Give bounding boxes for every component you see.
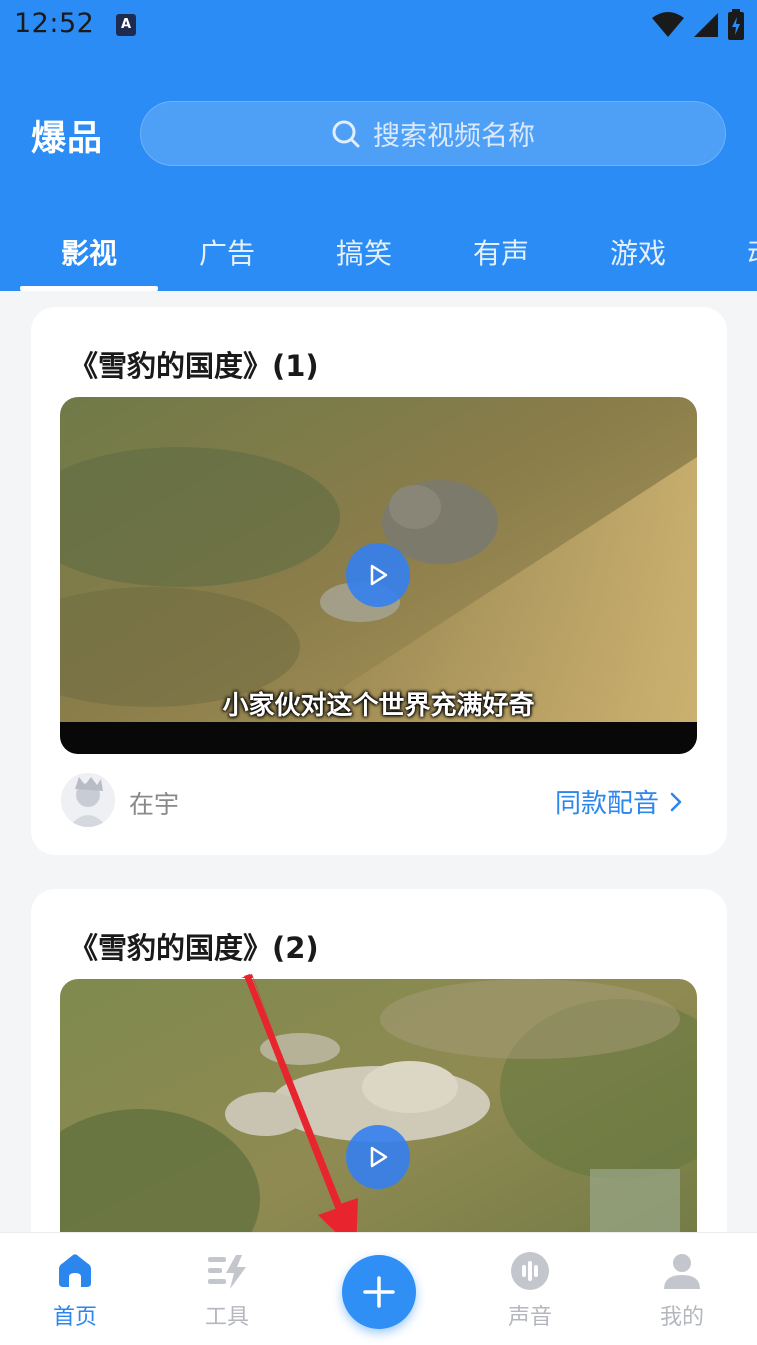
search-bar[interactable]: 搜索视频名称 (140, 101, 726, 166)
app-header: 12:52 A 爆品 搜索视频名称 影视 广告 搞笑 有声 游戏 动 (0, 0, 757, 291)
play-button[interactable] (346, 1125, 410, 1189)
nav-tools[interactable]: 工具 (177, 1251, 277, 1331)
tab-comedy[interactable]: 搞笑 (336, 232, 392, 272)
create-button[interactable] (342, 1255, 416, 1329)
video-subtitle: 小家伙对这个世界充满好奇 (222, 691, 535, 721)
video-title: 《雪豹的国度》(2) (69, 931, 319, 965)
plus-icon (363, 1276, 395, 1308)
tab-ads[interactable]: 广告 (199, 232, 255, 272)
wifi-icon (652, 12, 684, 37)
home-icon (59, 1254, 91, 1287)
status-time: 12:52 (14, 8, 95, 39)
app-brand: 爆品 (31, 119, 104, 159)
search-placeholder: 搜索视频名称 (373, 121, 535, 152)
same-dub-label: 同款配音 (554, 789, 659, 819)
signal-icon (694, 13, 718, 37)
search-icon (332, 120, 360, 147)
author-row: 在宇 同款配音 (31, 773, 727, 833)
nav-tools-label: 工具 (204, 1305, 249, 1330)
video-card[interactable]: 《雪豹的国度》(1) 小家伙对这个世界充满好奇 在宇 同款配音 (31, 307, 727, 855)
nav-profile[interactable]: 我的 (632, 1251, 732, 1331)
nav-profile-label: 我的 (659, 1305, 704, 1330)
tab-movies[interactable]: 影视 (61, 232, 117, 272)
tab-games[interactable]: 游戏 (610, 232, 666, 272)
nav-sound-label: 声音 (507, 1305, 552, 1330)
play-icon (370, 1146, 388, 1168)
battery-icon (728, 9, 744, 40)
video-title: 《雪豹的国度》(1) (69, 349, 319, 383)
author-avatar[interactable] (61, 773, 115, 827)
active-tab-indicator (20, 286, 158, 291)
nav-home-label: 首页 (52, 1305, 97, 1330)
category-tabs: 影视 广告 搞笑 有声 游戏 动 (0, 220, 757, 291)
tools-icon (208, 1255, 246, 1289)
chevron-right-icon (670, 792, 682, 811)
tab-animation[interactable]: 动 (747, 232, 757, 272)
nav-sound[interactable]: 声音 (480, 1251, 580, 1331)
author-name[interactable]: 在宇 (129, 785, 179, 821)
video-thumbnail[interactable]: 小家伙对这个世界充满好奇 (60, 397, 697, 754)
status-icons (651, 8, 745, 42)
play-icon (370, 564, 388, 586)
notification-icon: A (116, 14, 136, 36)
status-bar: 12:52 A (0, 0, 757, 52)
play-button[interactable] (346, 543, 410, 607)
tab-audio[interactable]: 有声 (473, 232, 529, 272)
same-dub-link[interactable]: 同款配音 (555, 783, 683, 820)
profile-icon (664, 1254, 700, 1289)
video-card[interactable]: 《雪豹的国度》(2) (31, 889, 727, 1299)
nav-home[interactable]: 首页 (25, 1251, 125, 1331)
sound-icon (511, 1252, 549, 1290)
